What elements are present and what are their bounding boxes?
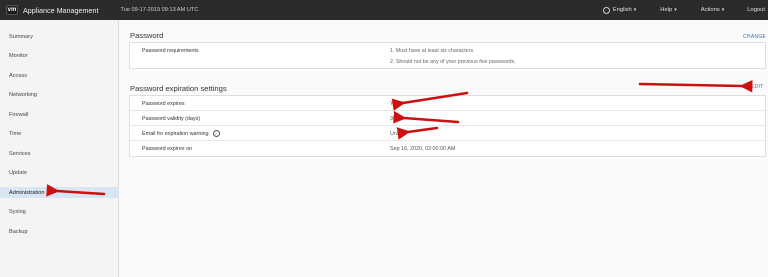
requirement-item: 2. Should not be any of your previous fi… — [390, 59, 516, 65]
table-row: Password expires Yes — [130, 96, 765, 111]
password-validity-label: Password validity (days) — [142, 115, 201, 122]
expiration-section-title: Password expiration settings — [130, 84, 227, 93]
password-validity-value: 365 — [390, 115, 399, 122]
sidebar-nav: Summary Monitor Access Networking Firewa… — [0, 20, 119, 277]
sidebar-item-backup[interactable]: Backup — [0, 226, 119, 237]
sidebar-item-firewall[interactable]: Firewall — [0, 109, 119, 120]
table-row: Password expires on Sep 16, 2020, 02:00:… — [130, 141, 765, 156]
current-datetime: Tue 09-17-2019 09:13 AM UTC — [120, 7, 199, 13]
chevron-down-icon: ▾ — [674, 7, 677, 13]
email-warning-label-group: Email for expiration warning i — [142, 126, 220, 141]
chevron-down-icon: ▾ — [633, 7, 637, 13]
email-warning-label: Email for expiration warning — [142, 130, 209, 137]
requirements-label: Password requirements — [142, 48, 199, 54]
sidebar-item-networking[interactable]: Networking — [0, 89, 119, 100]
table-row: Password validity (days) 365 — [130, 111, 765, 126]
info-icon[interactable]: i — [212, 130, 220, 137]
sidebar-item-administration[interactable]: Administration — [0, 187, 119, 198]
change-password-button[interactable]: CHANGE — [743, 34, 766, 40]
top-header: vm Appliance Management Tue 09-17-2019 0… — [0, 0, 768, 20]
vmware-logo: vm — [6, 5, 18, 15]
password-expires-label: Password expires — [142, 100, 185, 107]
sidebar-item-services[interactable]: Services — [0, 148, 119, 159]
edit-expiration-button[interactable]: EDIT — [751, 84, 764, 90]
language-menu[interactable]: English ▾ — [602, 6, 637, 14]
actions-menu[interactable]: Actions ▾ — [701, 7, 725, 13]
password-expires-value: Yes — [390, 100, 399, 107]
annotation-arrow-edit — [638, 79, 753, 93]
table-row: Email for expiration warning i Unset — [130, 126, 765, 141]
sidebar-item-monitor[interactable]: Monitor — [0, 50, 119, 61]
chevron-down-icon: ▾ — [721, 7, 725, 13]
sidebar-item-syslog[interactable]: Syslog — [0, 206, 119, 217]
globe-icon — [602, 6, 610, 14]
password-requirements-card: Password requirements 1. Must have at le… — [129, 42, 766, 69]
sidebar-item-update[interactable]: Update — [0, 167, 119, 178]
password-expires-on-value: Sep 16, 2020, 02:00:00 AM — [390, 145, 456, 152]
requirement-item: 1. Must have at least six characters. — [390, 48, 475, 54]
app-title: Appliance Management — [23, 5, 99, 15]
help-menu[interactable]: Help ▾ — [660, 7, 676, 13]
sidebar-item-summary[interactable]: Summary — [0, 31, 119, 42]
expiration-settings-card: Password expires Yes Password validity (… — [129, 95, 766, 157]
actions-label: Actions — [700, 7, 720, 13]
language-label: English — [612, 7, 632, 13]
sidebar-item-time[interactable]: Time — [0, 128, 119, 139]
sidebar-item-access[interactable]: Access — [0, 70, 119, 81]
help-label: Help — [660, 7, 673, 13]
password-expires-on-label: Password expires on — [142, 145, 193, 152]
logout-link[interactable]: Logout — [747, 7, 765, 13]
email-warning-value: Unset — [390, 130, 405, 137]
password-section-title: Password — [130, 31, 164, 40]
